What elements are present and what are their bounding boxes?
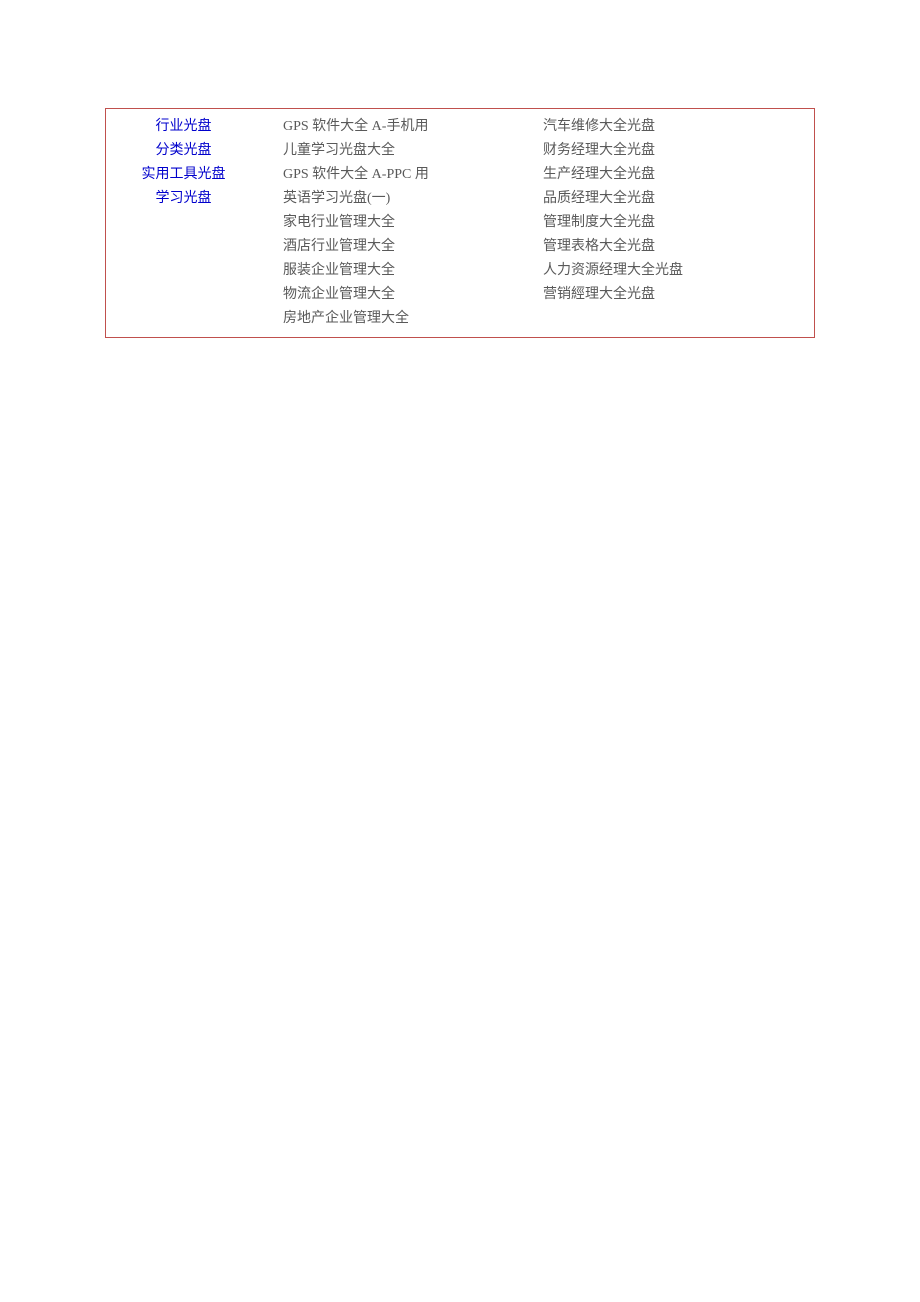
product-link[interactable]: GPS 软件大全 A-PPC 用	[283, 163, 513, 187]
product-link[interactable]: 营销經理大全光盘	[543, 283, 793, 307]
category-column: 行业光盘 分类光盘 实用工具光盘 学习光盘	[106, 115, 261, 331]
product-link[interactable]: 房地产企业管理大全	[283, 307, 513, 331]
category-link[interactable]: 学习光盘	[114, 187, 253, 211]
product-link[interactable]: 儿童学习光盘大全	[283, 139, 513, 163]
product-link[interactable]: 汽车维修大全光盘	[543, 115, 793, 139]
product-link[interactable]: 物流企业管理大全	[283, 283, 513, 307]
product-link[interactable]: 人力资源经理大全光盘	[543, 259, 793, 283]
product-link[interactable]: 财务经理大全光盘	[543, 139, 793, 163]
product-link[interactable]: 管理表格大全光盘	[543, 235, 793, 259]
product-column-1: GPS 软件大全 A-手机用 儿童学习光盘大全 GPS 软件大全 A-PPC 用…	[261, 115, 521, 331]
product-link[interactable]: 生产经理大全光盘	[543, 163, 793, 187]
product-link[interactable]: 管理制度大全光盘	[543, 211, 793, 235]
product-link[interactable]: 酒店行业管理大全	[283, 235, 513, 259]
product-link[interactable]: 品质经理大全光盘	[543, 187, 793, 211]
product-link[interactable]: 家电行业管理大全	[283, 211, 513, 235]
product-link[interactable]: 英语学习光盘(一)	[283, 187, 513, 211]
product-link[interactable]: 服装企业管理大全	[283, 259, 513, 283]
category-link[interactable]: 实用工具光盘	[114, 163, 253, 187]
category-link[interactable]: 行业光盘	[114, 115, 253, 139]
product-link[interactable]: GPS 软件大全 A-手机用	[283, 115, 513, 139]
product-column-2: 汽车维修大全光盘 财务经理大全光盘 生产经理大全光盘 品质经理大全光盘 管理制度…	[521, 115, 801, 331]
category-link[interactable]: 分类光盘	[114, 139, 253, 163]
category-box: 行业光盘 分类光盘 实用工具光盘 学习光盘 GPS 软件大全 A-手机用 儿童学…	[105, 108, 815, 338]
